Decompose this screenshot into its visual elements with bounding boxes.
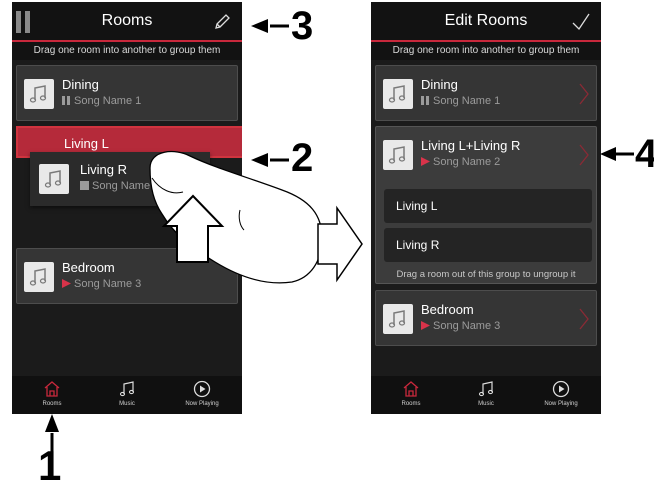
callout-arrow-4	[600, 147, 634, 161]
transition-arrow-icon	[317, 205, 363, 283]
callout-4: 4	[635, 132, 654, 176]
callout-1: 1	[38, 442, 62, 486]
callout-arrow-3	[251, 19, 289, 33]
annotation-overlay	[45, 19, 634, 452]
callout-2: 2	[291, 136, 314, 180]
callout-arrow-2	[251, 153, 289, 167]
callout-3: 3	[291, 4, 314, 48]
